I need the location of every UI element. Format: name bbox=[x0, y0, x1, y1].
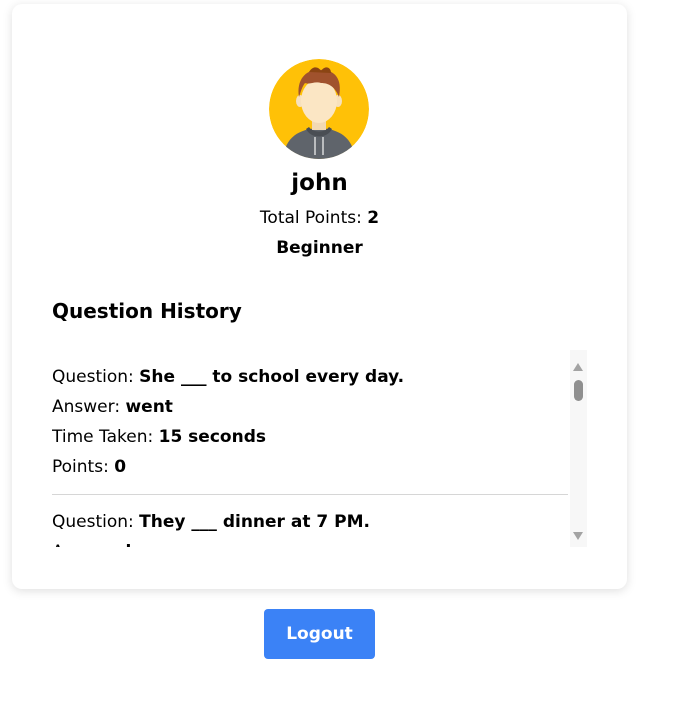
total-points-label: Total Points: bbox=[259, 208, 368, 228]
points-row: Points: 0 bbox=[52, 452, 568, 482]
scroll-down-arrow-icon[interactable] bbox=[573, 532, 583, 540]
question-text: They ___ dinner at 7 PM. bbox=[139, 512, 370, 532]
answer-row: Answer: went bbox=[52, 392, 568, 422]
logout-button[interactable]: Logout bbox=[264, 609, 375, 659]
history-entry: Question: They ___ dinner at 7 PM. Answe… bbox=[52, 495, 568, 547]
question-history-list[interactable]: Question: She ___ to school every day. A… bbox=[52, 350, 587, 547]
time-text: 15 seconds bbox=[158, 427, 266, 447]
history-scrollbar[interactable] bbox=[570, 350, 587, 547]
time-label: Time Taken: bbox=[52, 427, 159, 447]
question-history-title: Question History bbox=[52, 299, 242, 323]
scroll-up-arrow-icon[interactable] bbox=[573, 363, 583, 371]
total-points: Total Points: 2 bbox=[12, 206, 627, 230]
history-entry: Question: She ___ to school every day. A… bbox=[52, 350, 568, 495]
question-row: Question: They ___ dinner at 7 PM. bbox=[52, 507, 568, 537]
scroll-thumb[interactable] bbox=[574, 380, 583, 401]
user-level: Beginner bbox=[276, 238, 363, 258]
points-text: 0 bbox=[114, 457, 127, 477]
profile-card: john Total Points: 2 Beginner Question H… bbox=[12, 4, 627, 589]
question-text: She ___ to school every day. bbox=[139, 367, 405, 387]
question-row: Question: She ___ to school every day. bbox=[52, 362, 568, 392]
total-points-value: 2 bbox=[367, 208, 380, 228]
answer-row: Answer: have bbox=[52, 537, 568, 547]
question-label: Question: bbox=[52, 367, 140, 387]
time-row: Time Taken: 15 seconds bbox=[52, 422, 568, 452]
user-avatar-icon bbox=[269, 59, 369, 159]
answer-text: have bbox=[125, 542, 171, 547]
answer-label: Answer: bbox=[52, 397, 126, 417]
question-label: Question: bbox=[52, 512, 140, 532]
answer-text: went bbox=[125, 397, 173, 417]
username: john bbox=[291, 170, 348, 196]
answer-label: Answer: bbox=[52, 542, 125, 547]
points-label: Points: bbox=[52, 457, 115, 477]
